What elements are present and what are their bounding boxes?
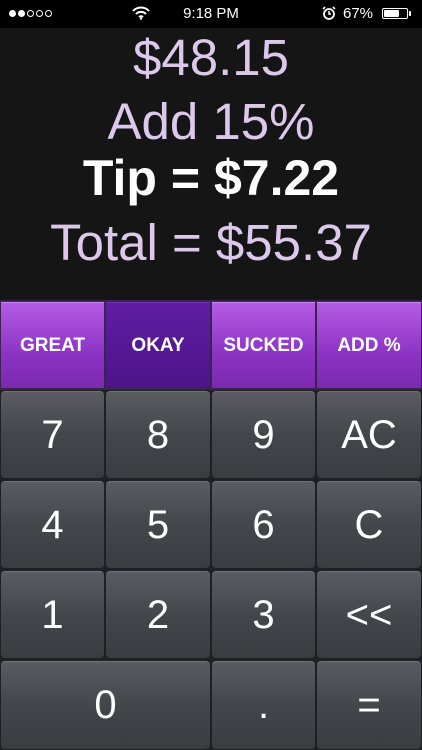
keypad: 7 8 9 AC 4 5 6 C 1 2 3 << 0 . = [0, 390, 422, 750]
status-bar: 9:18 PM 67% [0, 0, 422, 28]
decimal-button[interactable]: . [212, 661, 315, 749]
battery-tip [409, 11, 411, 16]
tip-percent-label: Add 15% [107, 93, 315, 150]
total-amount: Total = $55.37 [50, 214, 372, 271]
key-6[interactable]: 6 [212, 481, 315, 568]
key-5[interactable]: 5 [106, 481, 210, 568]
key-7[interactable]: 7 [1, 391, 104, 478]
great-button[interactable]: GREAT [1, 302, 104, 388]
key-0[interactable]: 0 [1, 661, 210, 749]
key-2[interactable]: 2 [106, 571, 210, 658]
key-4[interactable]: 4 [1, 481, 104, 568]
backspace-button[interactable]: << [317, 571, 421, 658]
all-clear-button[interactable]: AC [317, 391, 421, 478]
key-3[interactable]: 3 [212, 571, 315, 658]
battery-level-fill [384, 10, 399, 17]
clear-button[interactable]: C [317, 481, 421, 568]
calculation-display: $48.15 Add 15% Tip = $7.22 Total = $55.3… [0, 28, 422, 300]
key-8[interactable]: 8 [106, 391, 210, 478]
battery-icon [382, 8, 408, 19]
alarm-icon [322, 6, 336, 20]
tip-amount: Tip = $7.22 [82, 150, 340, 206]
add-percent-button[interactable]: ADD % [317, 302, 421, 388]
okay-button[interactable]: OKAY [106, 302, 210, 388]
sucked-button[interactable]: SUCKED [212, 302, 315, 388]
battery-percent: 67% [343, 5, 374, 22]
key-9[interactable]: 9 [212, 391, 315, 478]
service-rating-bar: GREAT OKAY SUCKED ADD % [0, 300, 422, 390]
bill-amount: $48.15 [133, 29, 289, 86]
key-1[interactable]: 1 [1, 571, 104, 658]
equals-button[interactable]: = [317, 661, 421, 749]
